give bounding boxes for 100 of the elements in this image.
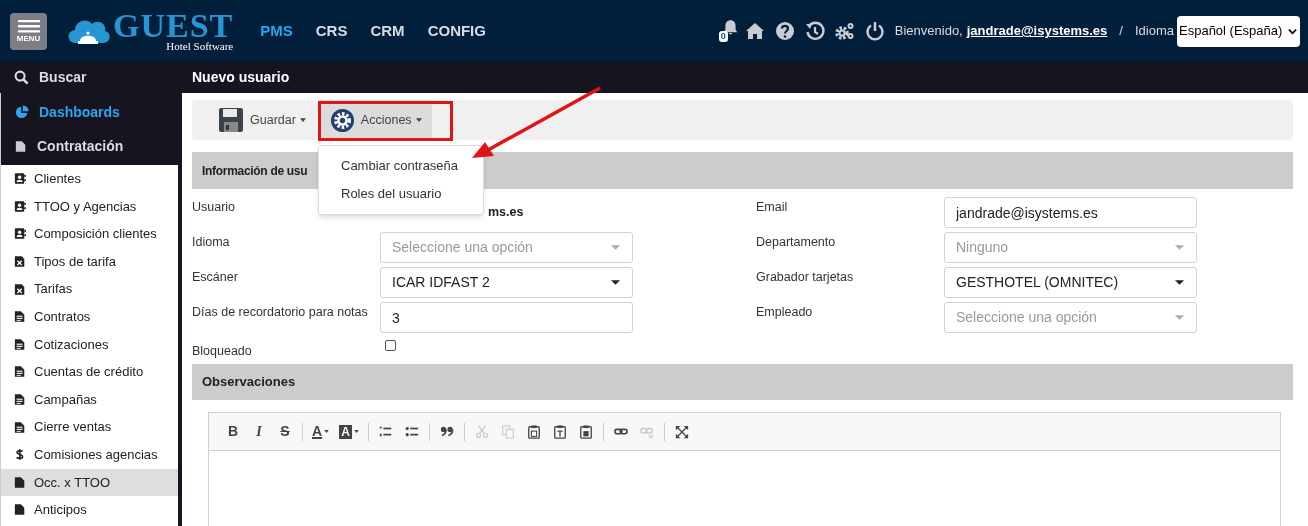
sidebar-item[interactable]: TTOO y Agencias <box>1 192 178 221</box>
clipboard-icon <box>552 424 567 439</box>
caret-icon <box>299 118 306 122</box>
menu-button[interactable]: MENU <box>10 12 47 50</box>
contact-card-icon <box>14 227 26 241</box>
help-button[interactable] <box>774 21 795 41</box>
document-icon <box>14 393 26 407</box>
sidebar-item[interactable]: Tarifas <box>1 275 178 303</box>
document-icon <box>14 365 26 379</box>
caret-icon <box>324 430 330 433</box>
caret-icon <box>353 430 359 433</box>
numbered-list-icon <box>378 424 393 439</box>
italic-button[interactable]: I <box>247 419 271 444</box>
language-label: Idioma <box>1134 22 1174 41</box>
input-field[interactable]: 3 <box>380 302 633 333</box>
sidebar-item[interactable]: Occ. x TTOO <box>1 468 178 497</box>
section-title: Información de usu <box>202 162 308 180</box>
clipboard-icon <box>526 424 541 439</box>
contact-card-icon <box>14 199 26 213</box>
field-label: Bloqueado <box>192 343 253 360</box>
logo-title: GUEST <box>113 10 234 41</box>
page-title: Nuevo usuario <box>192 68 290 87</box>
file-icon <box>15 139 27 153</box>
chevron-icon <box>1288 26 1297 36</box>
save-button[interactable]: Guardar <box>218 100 306 140</box>
document-icon <box>14 310 26 324</box>
home-button[interactable] <box>744 21 765 41</box>
sidebar-item[interactable]: Composición clientes <box>1 220 178 248</box>
caret-icon <box>415 118 422 122</box>
user-link[interactable]: jandrade@isystems.es <box>966 21 1108 41</box>
sidebar-item[interactable]: Clientes <box>1 165 178 193</box>
gears-button[interactable] <box>834 21 855 41</box>
menu-icon <box>16 19 41 33</box>
field-label: Idioma <box>192 234 231 251</box>
caret-icon <box>1175 315 1184 320</box>
clipboard-icon <box>578 424 593 439</box>
scissors-icon <box>474 424 489 439</box>
quote-icon <box>439 424 454 439</box>
sidebar-section[interactable]: Contratación <box>1 129 178 163</box>
maximize-icon <box>674 424 689 439</box>
history-icon <box>804 21 825 41</box>
spreadsheet-file-icon <box>14 282 26 296</box>
gear-icon <box>329 107 355 133</box>
checkbox[interactable] <box>385 340 396 351</box>
field-label: Días de recordatorio para notas <box>192 304 369 321</box>
caret-icon <box>611 245 620 250</box>
text-color-button[interactable]: A <box>308 419 334 444</box>
nav-tab[interactable]: CRM <box>370 19 405 43</box>
pie-chart-icon <box>15 105 29 119</box>
menu-item[interactable]: Cambiar contraseña <box>319 152 483 180</box>
bulleted-list-icon <box>404 424 419 439</box>
sidebar-item[interactable]: Cuentas de crédito <box>1 358 178 386</box>
menu-item[interactable]: Roles del usuario <box>319 180 483 208</box>
nav-tab[interactable]: CRS <box>315 19 348 43</box>
spreadsheet-file-icon <box>14 255 26 269</box>
caret-icon <box>1175 245 1184 250</box>
sidebar-item[interactable]: Cierre ventas <box>1 413 178 441</box>
power-button[interactable] <box>864 21 885 41</box>
document-icon <box>14 420 26 434</box>
nav-tab[interactable]: PMS <box>260 19 293 43</box>
sidebar-item[interactable]: Tipos de tarifa <box>1 247 178 276</box>
field-label: Grabador tarjetas <box>756 269 855 286</box>
input-field[interactable]: jandrade@isystems.es <box>944 197 1197 228</box>
help-icon <box>774 21 795 41</box>
sidebar-section[interactable]: Dashboards <box>1 95 178 129</box>
field-label: Usuario <box>192 199 237 216</box>
logo-subtitle: Hotel Software <box>166 40 234 52</box>
sidebar-item[interactable]: Comisiones agencias <box>1 440 178 469</box>
username-value: ms.es <box>488 204 524 221</box>
gears-icon <box>834 21 855 41</box>
select-field[interactable]: GESTHOTEL (OMNITEC) <box>944 267 1197 298</box>
copy-icon <box>500 424 515 439</box>
bold-button[interactable]: B <box>221 419 245 444</box>
language-select[interactable]: Español (España) <box>1177 15 1300 47</box>
background-color-button[interactable]: A <box>335 419 363 444</box>
welcome-text: Bienvenido, <box>894 22 963 41</box>
dollar-icon <box>14 448 26 462</box>
field-label: Escáner <box>192 269 239 286</box>
power-icon <box>864 21 885 41</box>
strikethrough-button[interactable]: S <box>273 419 297 444</box>
file-icon <box>14 503 26 517</box>
section-title: Observaciones <box>202 373 296 392</box>
sidebar-item[interactable]: Cotizaciones <box>1 330 178 359</box>
caret-icon <box>1175 280 1184 285</box>
field-label: Empleado <box>756 304 814 321</box>
file-icon <box>14 475 26 489</box>
search-icon <box>14 70 29 85</box>
notification-badge: 0 <box>718 31 728 42</box>
rich-text-editor[interactable]: B I S A A <box>208 412 1281 526</box>
separator-text: / <box>1119 22 1123 41</box>
select-field[interactable]: ICAR IDFAST 2 <box>380 267 633 298</box>
document-icon <box>14 337 26 351</box>
sidebar-item[interactable]: Campañas <box>1 385 178 414</box>
sidebar-item[interactable]: Contratos <box>1 302 178 331</box>
nav-tab[interactable]: CONFIG <box>427 19 486 43</box>
search-button[interactable]: Buscar <box>14 67 87 88</box>
sidebar-item[interactable]: Anticipos <box>1 496 178 524</box>
history-button[interactable] <box>804 21 825 41</box>
field-label: Email <box>756 199 789 216</box>
caret-icon <box>611 280 620 285</box>
